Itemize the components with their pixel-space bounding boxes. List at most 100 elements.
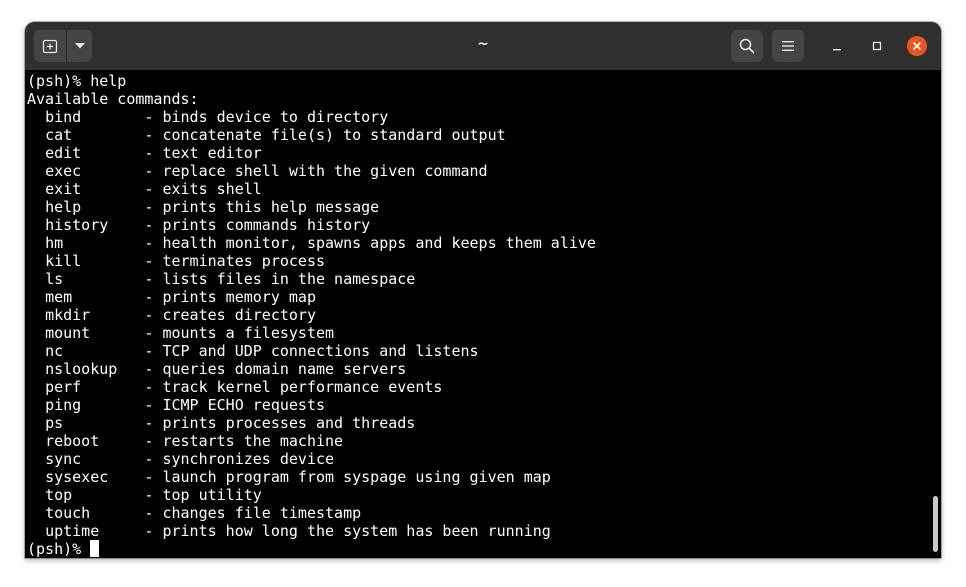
command-separator: - [63,342,163,360]
command-name: ps [45,414,64,432]
prompt: (psh)% [27,72,91,90]
command-description: creates directory [162,306,316,324]
command-separator: - [63,270,163,288]
text-cursor [90,540,100,557]
command-name: mkdir [45,306,91,324]
maximize-icon [872,41,882,51]
command-description: ICMP ECHO requests [162,396,326,414]
command-description: binds device to directory [162,108,389,126]
maximize-button[interactable] [867,36,887,56]
command-name: exit [45,180,82,198]
terminal-window: ~ (psh)% help Available commands: bind -… [25,22,941,558]
command-separator: - [81,396,163,414]
command-separator: - [81,144,163,162]
command-description: exits shell [162,180,262,198]
command-description: concatenate file(s) to standard output [162,126,506,144]
terminal-area[interactable]: (psh)% help Available commands: bind - b… [25,70,941,558]
command-row: exec - replace shell with the given comm… [27,162,488,180]
command-row: perf - track kernel performance events [27,378,442,396]
minimize-icon [833,49,841,51]
command-name: cat [45,126,73,144]
command-row: ls - lists files in the namespace [27,270,415,288]
command-description: prints commands history [162,216,371,234]
command-row: hm - health monitor, spawns apps and kee… [27,234,596,252]
command-row: nslookup - queries domain name servers [27,360,406,378]
command-name: touch [45,504,91,522]
command-separator: - [72,486,163,504]
search-button[interactable] [731,30,763,62]
command-separator: - [63,414,163,432]
command-row: sysexec - launch program from syspage us… [27,468,551,486]
command-row: exit - exits shell [27,180,262,198]
terminal-output: (psh)% help Available commands: bind - b… [27,72,596,558]
prompt: (psh)% [27,540,91,558]
command-list: bind - binds device to directory cat - c… [27,108,596,540]
command-separator: - [81,108,163,126]
command-name: sync [45,450,82,468]
command-row: uptime - prints how long the system has … [27,522,551,540]
command-separator: - [81,162,163,180]
command-name: ping [45,396,82,414]
command-separator: - [90,306,163,324]
command-separator: - [90,324,163,342]
command-row: reboot - restarts the machine [27,432,343,450]
command-name: uptime [45,522,100,540]
command-description: prints memory map [162,288,316,306]
command-description: terminates process [162,252,326,270]
command-description: synchronizes device [162,450,335,468]
commands-header: Available commands: [27,90,199,108]
menu-button[interactable] [772,30,804,62]
command-name: reboot [45,432,100,450]
command-row: ping - ICMP ECHO requests [27,396,325,414]
command-name: perf [45,378,82,396]
command-row: touch - changes file timestamp [27,504,361,522]
command-description: mounts a filesystem [162,324,335,342]
scrollbar[interactable] [933,496,938,552]
command-description: restarts the machine [162,432,344,450]
command-description: text editor [162,144,262,162]
command-description: launch program from syspage using given … [162,468,551,486]
command-description: changes file timestamp [162,504,362,522]
entered-command: help [90,72,127,90]
command-separator: - [99,432,163,450]
command-row: edit - text editor [27,144,262,162]
command-description: queries domain name servers [162,360,407,378]
command-name: help [45,198,82,216]
title-bar[interactable]: ~ [25,22,941,70]
command-description: lists files in the namespace [162,270,416,288]
close-icon [912,41,922,51]
command-description: track kernel performance events [162,378,443,396]
command-description: health monitor, spawns apps and keeps th… [162,234,596,252]
hamburger-menu-icon [782,41,794,51]
command-separator: - [81,252,163,270]
command-separator: - [90,504,163,522]
command-separator: - [81,378,163,396]
command-row: bind - binds device to directory [27,108,388,126]
command-row: help - prints this help message [27,198,379,216]
command-name: nslookup [45,360,118,378]
command-row: ps - prints processes and threads [27,414,415,432]
command-name: bind [45,108,82,126]
command-description: TCP and UDP connections and listens [162,342,479,360]
command-separator: - [108,216,163,234]
command-name: top [45,486,73,504]
command-row: kill - terminates process [27,252,325,270]
command-row: mount - mounts a filesystem [27,324,334,342]
command-name: hm [45,234,64,252]
command-row: history - prints commands history [27,216,370,234]
search-icon [739,38,755,54]
command-name: nc [45,342,64,360]
close-button[interactable] [907,36,927,56]
command-separator: - [99,522,163,540]
command-separator: - [81,198,163,216]
command-separator: - [81,450,163,468]
command-row: mem - prints memory map [27,288,316,306]
command-name: edit [45,144,82,162]
command-description: top utility [162,486,262,504]
minimize-button[interactable] [827,36,847,56]
command-separator: - [63,234,163,252]
command-description: replace shell with the given command [162,162,488,180]
command-name: kill [45,252,82,270]
command-name: exec [45,162,82,180]
command-row: top - top utility [27,486,262,504]
